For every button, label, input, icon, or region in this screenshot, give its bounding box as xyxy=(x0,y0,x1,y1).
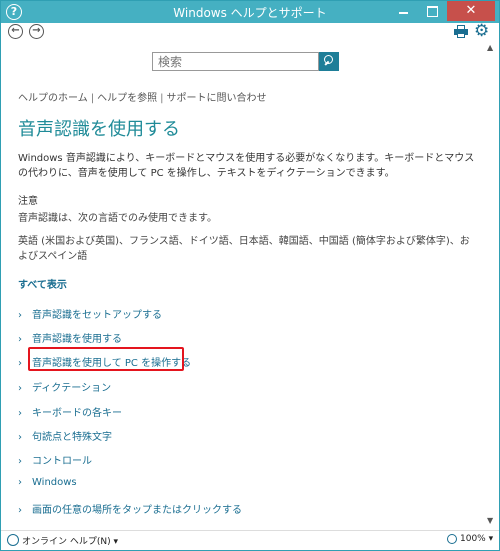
breadcrumb-separator: | xyxy=(160,93,164,104)
maximize-button[interactable] xyxy=(418,1,446,21)
help-window: ? Windows ヘルプとサポート ✕ ← → ⚙ ▲ ヘルプのホーム|ヘルプ… xyxy=(0,0,500,551)
chevron-right-icon: › xyxy=(18,477,22,488)
scroll-down-arrow-icon[interactable]: ▼ xyxy=(487,516,493,525)
topic-link-setup[interactable]: › 音声認識をセットアップする xyxy=(18,306,162,321)
supported-languages-text: 英語 (米国および英国)、フランス語、ドイツ語、日本語、韓国語、中国語 (簡体字… xyxy=(18,236,470,262)
topic-link-dictation[interactable]: › ディクテーション xyxy=(18,379,111,394)
breadcrumb-separator: | xyxy=(90,93,95,104)
topic-link-controls[interactable]: › コントロール xyxy=(18,452,92,467)
topic-link-windows[interactable]: › Windows xyxy=(18,477,77,488)
breadcrumb-contact-support-link[interactable]: サポートに問い合わせ xyxy=(166,93,266,104)
minimize-button[interactable] xyxy=(389,1,417,21)
breadcrumb: ヘルプのホーム | ヘルプを参照 | サポートに問い合わせ xyxy=(18,89,266,104)
chevron-right-icon: › xyxy=(18,505,22,516)
show-all-link[interactable]: すべて表示 xyxy=(18,276,67,291)
close-button[interactable]: ✕ xyxy=(447,1,495,21)
chevron-right-icon: › xyxy=(18,408,22,419)
note-heading: 注意 xyxy=(18,196,38,207)
topic-link-punctuation[interactable]: › 句読点と特殊文字 xyxy=(18,428,112,443)
topic-link-tap-click[interactable]: › 画面の任意の場所をタップまたはクリックする xyxy=(18,501,242,516)
chevron-right-icon: › xyxy=(18,432,22,443)
note-text: 音声認識は、次の言語でのみ使用できます。 xyxy=(18,213,217,224)
gear-icon[interactable]: ⚙ xyxy=(474,22,489,40)
search-button[interactable] xyxy=(319,52,339,71)
highlight-box xyxy=(28,347,184,371)
title-bar[interactable]: ? Windows ヘルプとサポート ✕ xyxy=(1,1,499,23)
page-title: 音声認識を使用する xyxy=(18,119,180,140)
topic-link-keyboard-keys[interactable]: › キーボードの各キー xyxy=(18,404,122,419)
chevron-right-icon: › xyxy=(18,456,22,467)
chevron-right-icon: › xyxy=(18,310,22,321)
topic-link-use-speech[interactable]: › 音声認識を使用する xyxy=(18,330,122,345)
chevron-right-icon: › xyxy=(18,383,22,394)
print-icon[interactable] xyxy=(454,25,468,38)
breadcrumb-browse-help-link[interactable]: ヘルプを参照 xyxy=(97,93,157,104)
globe-icon xyxy=(7,534,19,546)
search-input[interactable] xyxy=(152,52,319,71)
chevron-right-icon: › xyxy=(18,334,22,345)
online-help-dropdown[interactable]: オンライン ヘルプ(N) ▾ xyxy=(22,534,118,547)
status-bar: オンライン ヘルプ(N) ▾ 100% ▾ xyxy=(1,530,499,550)
scroll-up-arrow-icon[interactable]: ▲ xyxy=(487,43,493,52)
zoom-icon xyxy=(447,534,457,544)
forward-arrow-icon[interactable]: → xyxy=(29,24,44,39)
article-intro: Windows 音声認識により、キーボードとマウスを使用する必要がなくなります。… xyxy=(18,153,475,179)
zoom-dropdown[interactable]: 100% ▾ xyxy=(460,534,493,544)
back-arrow-icon[interactable]: ← xyxy=(8,24,23,39)
breadcrumb-help-home-link[interactable]: ヘルプのホーム xyxy=(18,93,88,104)
